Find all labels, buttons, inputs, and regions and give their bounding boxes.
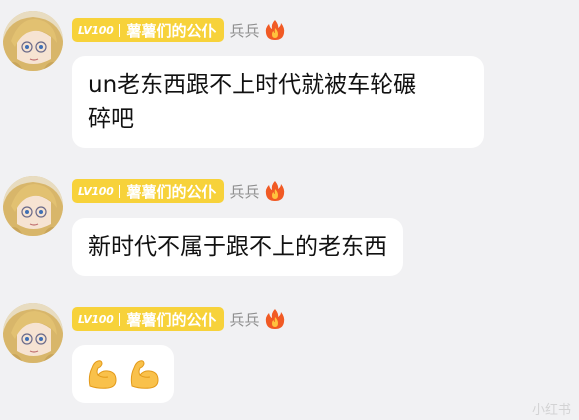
message-text-line: un老东西跟不上时代就被车轮碾 xyxy=(88,72,417,98)
avatar[interactable] xyxy=(3,176,63,236)
watermark: 小红书 xyxy=(532,399,571,418)
badge-group-name: 薯薯们的公仆 xyxy=(126,182,217,201)
user-info-row: LV100 薯薯们的公仆 兵兵 xyxy=(72,178,285,204)
message-bubble[interactable] xyxy=(72,345,174,403)
chat-message-list[interactable]: LV100 薯薯们的公仆 兵兵 un老东西跟不上时代就被车轮碾 碎吧 LV100… xyxy=(0,0,579,420)
fire-icon xyxy=(265,180,285,202)
badge-divider xyxy=(119,23,121,37)
badge-level: LV100 xyxy=(78,23,114,37)
badge-group-name: 薯薯们的公仆 xyxy=(126,310,217,329)
nickname[interactable]: 兵兵 xyxy=(230,309,260,330)
message-text-line: 碎吧 xyxy=(88,106,134,132)
badge-divider xyxy=(119,312,121,326)
avatar[interactable] xyxy=(3,11,63,71)
fan-badge[interactable]: LV100 薯薯们的公仆 xyxy=(72,18,224,42)
flexed-biceps-icon xyxy=(126,356,162,392)
badge-level: LV100 xyxy=(78,184,114,198)
fan-badge[interactable]: LV100 薯薯们的公仆 xyxy=(72,179,224,203)
badge-level: LV100 xyxy=(78,312,114,326)
badge-group-name: 薯薯们的公仆 xyxy=(126,21,217,40)
fire-icon xyxy=(265,19,285,41)
badge-divider xyxy=(119,184,121,198)
watermark-text: 小红书 xyxy=(531,403,571,418)
nickname[interactable]: 兵兵 xyxy=(230,181,260,202)
message-bubble[interactable]: 新时代不属于跟不上的老东西 xyxy=(72,218,403,276)
nickname[interactable]: 兵兵 xyxy=(230,20,260,41)
message-bubble[interactable]: un老东西跟不上时代就被车轮碾 碎吧 xyxy=(72,56,484,148)
message-text-line: 新时代不属于跟不上的老东西 xyxy=(88,234,387,260)
flexed-biceps-icon xyxy=(84,356,120,392)
user-info-row: LV100 薯薯们的公仆 兵兵 xyxy=(72,306,285,332)
fire-icon xyxy=(265,308,285,330)
user-info-row: LV100 薯薯们的公仆 兵兵 xyxy=(72,17,285,43)
fan-badge[interactable]: LV100 薯薯们的公仆 xyxy=(72,307,224,331)
avatar[interactable] xyxy=(3,303,63,363)
